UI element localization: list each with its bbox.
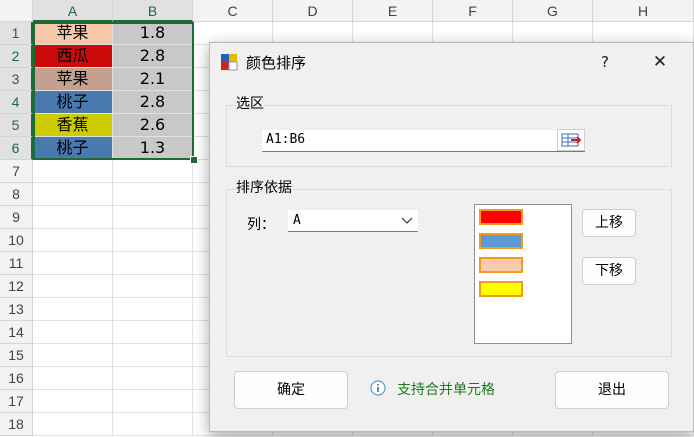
- cell-a6[interactable]: 桃子: [33, 137, 113, 160]
- grid-cell[interactable]: [113, 160, 193, 183]
- column-label: 列：: [247, 217, 275, 233]
- grid-cell[interactable]: [33, 206, 113, 229]
- row-header-13[interactable]: 13: [0, 298, 33, 321]
- column-header-h[interactable]: H: [593, 0, 694, 22]
- color-swatch[interactable]: [479, 209, 523, 225]
- color-order-list[interactable]: [474, 204, 572, 344]
- selection-group-label: 选区: [236, 93, 264, 113]
- range-value: A1:B6: [266, 132, 306, 147]
- dialog-title: 颜色排序: [246, 54, 307, 72]
- grid-cell[interactable]: [33, 275, 113, 298]
- column-header-f[interactable]: F: [433, 0, 513, 22]
- row-header-2[interactable]: 2: [0, 45, 33, 68]
- color-swatch[interactable]: [479, 257, 523, 273]
- row-header-18[interactable]: 18: [0, 413, 33, 436]
- row-header-6[interactable]: 6: [0, 137, 33, 160]
- range-input[interactable]: A1:B6: [262, 130, 585, 152]
- cell-b1[interactable]: 1.8: [113, 22, 193, 45]
- grid-cell[interactable]: [113, 206, 193, 229]
- column-header-g[interactable]: G: [513, 0, 593, 22]
- row-header-9[interactable]: 9: [0, 206, 33, 229]
- column-header-b[interactable]: B: [113, 0, 193, 22]
- range-picker-icon: [561, 133, 582, 147]
- grid-cell[interactable]: [113, 344, 193, 367]
- column-dropdown[interactable]: A: [288, 210, 418, 232]
- row-header-3[interactable]: 3: [0, 68, 33, 91]
- grid-cell[interactable]: [113, 321, 193, 344]
- row-header-17[interactable]: 17: [0, 390, 33, 413]
- info-icon: [370, 380, 386, 396]
- row-header-12[interactable]: 12: [0, 275, 33, 298]
- row-header-8[interactable]: 8: [0, 183, 33, 206]
- color-swatch[interactable]: [479, 281, 523, 297]
- column-header-d[interactable]: D: [273, 0, 353, 22]
- grid-cell[interactable]: [33, 183, 113, 206]
- cell-b3[interactable]: 2.1: [113, 68, 193, 91]
- color-sort-app-icon: [221, 54, 238, 71]
- grid-cell[interactable]: [33, 390, 113, 413]
- grid-cell[interactable]: [33, 413, 113, 436]
- fill-handle[interactable]: [190, 156, 198, 164]
- row-header-4[interactable]: 4: [0, 91, 33, 114]
- range-picker-button[interactable]: [557, 129, 585, 151]
- row-header-1[interactable]: 1: [0, 22, 33, 45]
- cell-a4[interactable]: 桃子: [33, 91, 113, 114]
- grid-cell[interactable]: [113, 390, 193, 413]
- chevron-down-icon: [401, 217, 413, 224]
- cell-b6[interactable]: 1.3: [113, 137, 193, 160]
- grid-cell[interactable]: [113, 229, 193, 252]
- row-header-14[interactable]: 14: [0, 321, 33, 344]
- grid-cell[interactable]: [33, 298, 113, 321]
- move-down-button[interactable]: 下移: [582, 257, 636, 285]
- column-header-e[interactable]: E: [353, 0, 433, 22]
- column-header-c[interactable]: C: [193, 0, 273, 22]
- cell-a1[interactable]: 苹果: [33, 22, 113, 45]
- grid-cell[interactable]: [113, 252, 193, 275]
- grid-cell[interactable]: [33, 160, 113, 183]
- grid-cell[interactable]: [33, 229, 113, 252]
- color-swatch[interactable]: [479, 233, 523, 249]
- grid-cell[interactable]: [113, 275, 193, 298]
- cell-b2[interactable]: 2.8: [113, 45, 193, 68]
- row-header-7[interactable]: 7: [0, 160, 33, 183]
- grid-cell[interactable]: [33, 321, 113, 344]
- row-header-5[interactable]: 5: [0, 114, 33, 137]
- exit-button[interactable]: 退出: [555, 371, 669, 409]
- grid-cell[interactable]: [33, 367, 113, 390]
- close-button[interactable]: ✕: [646, 51, 674, 73]
- grid-cell[interactable]: [33, 252, 113, 275]
- select-all-corner[interactable]: [0, 0, 33, 22]
- grid-cell[interactable]: [113, 367, 193, 390]
- grid-cell[interactable]: [113, 413, 193, 436]
- sort-by-group-label: 排序依据: [236, 177, 292, 197]
- help-button[interactable]: ?: [593, 51, 617, 73]
- column-header-a[interactable]: A: [33, 0, 113, 22]
- cell-a3[interactable]: 苹果: [33, 68, 113, 91]
- grid-cell[interactable]: [113, 183, 193, 206]
- cell-b4[interactable]: 2.8: [113, 91, 193, 114]
- row-header-11[interactable]: 11: [0, 252, 33, 275]
- cell-a2[interactable]: 西瓜: [33, 45, 113, 68]
- grid-cell[interactable]: [113, 298, 193, 321]
- cell-a5[interactable]: 香蕉: [33, 114, 113, 137]
- row-header-16[interactable]: 16: [0, 367, 33, 390]
- merge-support-note: 支持合并单元格: [397, 382, 495, 398]
- color-sort-dialog: 颜色排序 ? ✕ 选区 A1:B6 排序依据 列： A 上移 下移 确定 支持合…: [209, 42, 694, 432]
- row-header-15[interactable]: 15: [0, 344, 33, 367]
- column-dropdown-value: A: [293, 213, 301, 228]
- row-header-10[interactable]: 10: [0, 229, 33, 252]
- cell-b5[interactable]: 2.6: [113, 114, 193, 137]
- ok-button[interactable]: 确定: [234, 371, 348, 409]
- dialog-titlebar[interactable]: 颜色排序 ? ✕: [210, 43, 693, 81]
- grid-cell[interactable]: [33, 344, 113, 367]
- move-up-button[interactable]: 上移: [582, 209, 636, 237]
